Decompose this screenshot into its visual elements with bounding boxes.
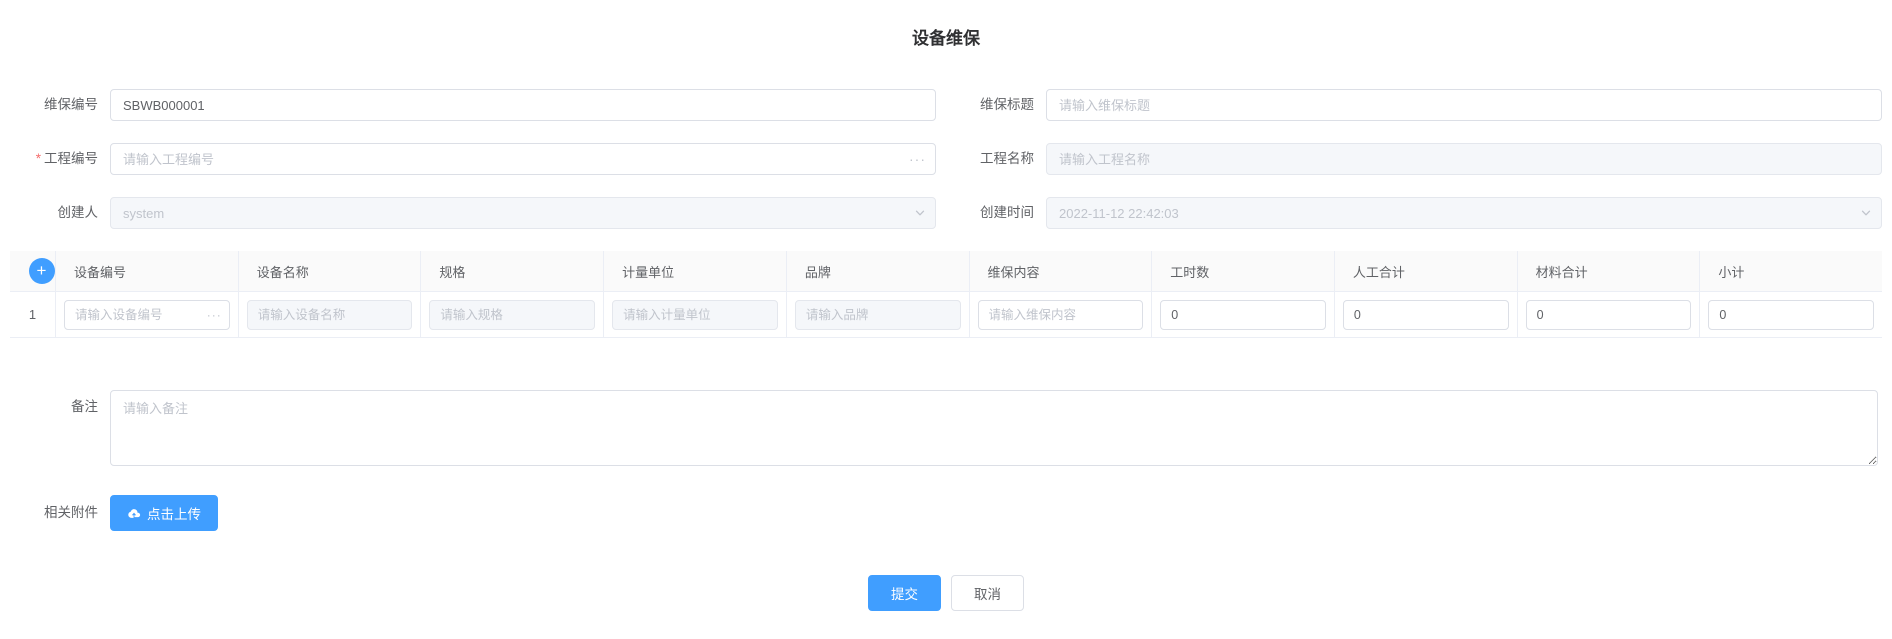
field-remark: 备注 bbox=[10, 390, 1882, 471]
device-no-input[interactable] bbox=[64, 299, 230, 330]
cell-hours bbox=[1152, 291, 1335, 337]
creator-select bbox=[110, 197, 936, 229]
unit-input bbox=[612, 299, 778, 330]
col-header-spec: 规格 bbox=[421, 251, 605, 291]
col-header-labor-total: 人工合计 bbox=[1335, 251, 1518, 291]
content-control bbox=[977, 299, 1144, 330]
labor-total-input[interactable] bbox=[1342, 299, 1509, 330]
subtotal-input[interactable] bbox=[1708, 299, 1875, 330]
device-no-control: ··· bbox=[64, 299, 230, 330]
submit-button[interactable]: 提交 bbox=[868, 575, 941, 611]
col-header-material-total: 材料合计 bbox=[1518, 251, 1701, 291]
spec-control bbox=[429, 299, 596, 330]
hours-control bbox=[1160, 299, 1326, 330]
cell-unit bbox=[604, 291, 787, 337]
plus-icon: + bbox=[36, 261, 47, 280]
create-time-picker bbox=[1046, 197, 1882, 229]
maintenance-title-control bbox=[1046, 89, 1882, 121]
device-name-control bbox=[246, 299, 413, 330]
upload-button-label: 点击上传 bbox=[147, 507, 201, 522]
field-maintenance-title: 维保标题 bbox=[946, 89, 1882, 121]
footer-actions: 提交 取消 bbox=[10, 575, 1882, 611]
remark-control bbox=[110, 390, 1878, 471]
equipment-maintenance-form-page: 设备维保 维保编号 维保标题 *工程编号 ··· 工程名称 bbox=[0, 0, 1892, 639]
unit-control bbox=[612, 299, 778, 330]
creator-label: 创建人 bbox=[57, 205, 99, 220]
project-no-input[interactable] bbox=[110, 143, 936, 175]
labor-total-control bbox=[1342, 299, 1509, 330]
create-time-label: 创建时间 bbox=[980, 205, 1034, 220]
spec-input bbox=[429, 299, 596, 330]
maintenance-title-input[interactable] bbox=[1046, 89, 1882, 121]
col-header-content: 维保内容 bbox=[970, 251, 1153, 291]
equipment-detail-table: + 设备编号 设备名称 规格 计量单位 品牌 维保内容 工时数 人工合计 材料合… bbox=[10, 251, 1883, 338]
add-row-cell: + bbox=[10, 251, 56, 291]
chevron-down-icon bbox=[1860, 197, 1872, 229]
table-row: 1 ··· bbox=[10, 291, 1883, 337]
project-name-control bbox=[1046, 143, 1882, 175]
field-project-no: *工程编号 ··· bbox=[10, 143, 946, 175]
field-creator: 创建人 bbox=[10, 197, 946, 229]
material-total-control bbox=[1525, 299, 1692, 330]
device-name-input bbox=[246, 299, 413, 330]
brand-input bbox=[794, 299, 961, 330]
row-index: 1 bbox=[10, 291, 56, 337]
cloud-upload-icon bbox=[127, 506, 141, 520]
form-row-3: 创建人 创建时间 bbox=[10, 197, 1882, 229]
cell-spec bbox=[421, 291, 605, 337]
creator-input bbox=[110, 197, 936, 229]
attachment-label: 相关附件 bbox=[44, 505, 98, 520]
cell-content bbox=[969, 291, 1153, 337]
maintenance-no-input[interactable] bbox=[110, 89, 936, 121]
add-row-button[interactable]: + bbox=[28, 258, 55, 284]
project-name-input bbox=[1046, 143, 1882, 175]
page-title: 设备维保 bbox=[912, 29, 980, 48]
chevron-down-icon bbox=[914, 197, 926, 229]
col-header-hours: 工时数 bbox=[1152, 251, 1335, 291]
maintenance-content-input[interactable] bbox=[977, 299, 1144, 330]
col-header-device-name: 设备名称 bbox=[239, 251, 422, 291]
cell-labor-total bbox=[1334, 291, 1518, 337]
col-header-brand: 品牌 bbox=[787, 251, 970, 291]
required-asterisk: * bbox=[35, 151, 41, 166]
form-row-1: 维保编号 维保标题 bbox=[10, 89, 1882, 121]
field-project-name: 工程名称 bbox=[946, 143, 1882, 175]
col-header-unit: 计量单位 bbox=[604, 251, 787, 291]
project-name-label: 工程名称 bbox=[980, 151, 1034, 166]
cancel-button[interactable]: 取消 bbox=[951, 575, 1024, 611]
create-time-input bbox=[1046, 197, 1882, 229]
project-no-control: ··· bbox=[110, 143, 936, 175]
cell-device-no: ··· bbox=[56, 291, 239, 337]
brand-control bbox=[794, 299, 961, 330]
remark-textarea[interactable] bbox=[110, 390, 1878, 466]
col-header-device-no: 设备编号 bbox=[56, 251, 239, 291]
remark-label: 备注 bbox=[71, 399, 98, 414]
field-attachment: 相关附件 点击上传 bbox=[10, 495, 1882, 531]
subtotal-control bbox=[1708, 299, 1875, 330]
col-header-subtotal: 小计 bbox=[1718, 264, 1745, 280]
material-total-input[interactable] bbox=[1525, 299, 1692, 330]
maintenance-no-control bbox=[110, 89, 936, 121]
table-header-row: + 设备编号 设备名称 规格 计量单位 品牌 维保内容 工时数 人工合计 材料合… bbox=[10, 251, 1882, 291]
project-no-label: * 工程编号 bbox=[10, 143, 110, 175]
project-no-label-text: 工程编号 bbox=[44, 151, 98, 166]
upload-button[interactable]: 点击上传 bbox=[110, 495, 218, 531]
cell-material-total bbox=[1517, 291, 1701, 337]
maintenance-no-label: 维保编号 bbox=[44, 97, 98, 112]
cell-device-name bbox=[238, 291, 422, 337]
ellipsis-icon[interactable]: ··· bbox=[207, 300, 222, 330]
field-create-time: 创建时间 bbox=[946, 197, 1882, 229]
hours-input[interactable] bbox=[1160, 299, 1326, 330]
ellipsis-icon[interactable]: ··· bbox=[909, 143, 926, 175]
field-maintenance-no: 维保编号 bbox=[10, 89, 946, 121]
cell-brand bbox=[786, 291, 970, 337]
cell-subtotal bbox=[1700, 291, 1883, 337]
form-row-2: *工程编号 ··· 工程名称 bbox=[10, 143, 1882, 175]
maintenance-title-label: 维保标题 bbox=[980, 97, 1034, 112]
